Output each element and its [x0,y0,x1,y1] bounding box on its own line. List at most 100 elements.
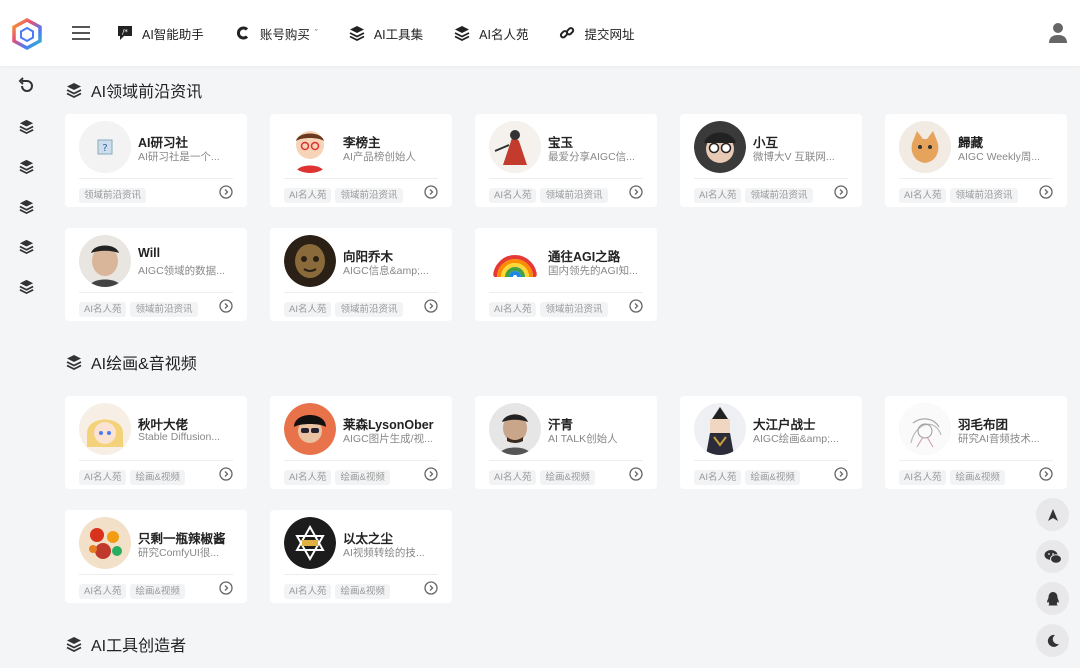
arrow-right-circle-icon[interactable] [629,299,643,313]
card-tag[interactable]: AI名人苑 [79,584,127,599]
nav-ai-celebs[interactable]: AI名人苑 [453,24,528,43]
card-tag[interactable]: AI名人苑 [79,302,127,317]
card-tag[interactable]: AI名人苑 [79,470,127,485]
link-icon [558,24,576,42]
card-tag[interactable]: 绘画&视频 [335,470,390,485]
card-footer: AI名人苑 绘画&视频 [284,574,438,599]
card-tag[interactable]: AI名人苑 [284,188,332,203]
card-tag[interactable]: AI名人苑 [284,302,332,317]
card-footer: AI名人苑 绘画&视频 [284,460,438,485]
sidebar-item-3[interactable] [0,186,52,226]
card-grid: 秋叶大佬 Stable Diffusion... AI名人苑 绘画&视频 莱森Ly… [65,396,1075,624]
dark-mode-button[interactable] [1036,624,1069,657]
card-tag[interactable]: 领域前沿资讯 [540,188,608,203]
arrow-right-circle-icon[interactable] [424,581,438,595]
card-tag[interactable]: 绘画&视频 [130,584,185,599]
left-sidebar [0,66,52,306]
card-tag[interactable]: AI名人苑 [489,470,537,485]
arrow-right-circle-icon[interactable] [219,299,233,313]
nav-ai-assistant[interactable]: /* AI智能助手 [116,24,204,43]
site-card[interactable]: 李榜主 AI产品榜创始人 AI名人苑 领域前沿资讯 [270,114,452,207]
arrow-right-circle-icon[interactable] [424,185,438,199]
card-tag[interactable]: 领域前沿资讯 [540,302,608,317]
card-desc: 研究AI音频技术... [958,433,1040,445]
user-icon[interactable] [1048,22,1068,44]
section-title-text: AI工具创造者 [91,638,187,655]
card-desc: AIGC图片生成/视... [343,433,433,445]
section-title: AI绘画&音视频 [65,338,1075,386]
avatar [899,403,951,455]
site-card[interactable]: ? AI研习社 AI研习社是一个... 领域前沿资讯 [65,114,247,207]
arrow-right-circle-icon[interactable] [219,185,233,199]
site-card[interactable]: 大江户战士 AIGC绘画&amp;... AI名人苑 绘画&视频 [680,396,862,489]
nav-account-buy[interactable]: 账号购买 ˇ [234,24,318,43]
arrow-right-circle-icon[interactable] [629,467,643,481]
section-title-text: AI绘画&音视频 [91,356,197,373]
layers-icon [66,355,82,371]
sidebar-item-2[interactable] [0,146,52,186]
card-tag[interactable]: 领域前沿资讯 [130,302,198,317]
site-card[interactable]: 汗青 AI TALK创始人 AI名人苑 绘画&视频 [475,396,657,489]
card-tag[interactable]: 绘画&视频 [335,584,390,599]
site-card[interactable]: 通往AGI之路 国内领先的AGI知... AI名人苑 领域前沿资讯 [475,228,657,321]
card-tag[interactable]: AI名人苑 [284,470,332,485]
card-tag[interactable]: 绘画&视频 [745,470,800,485]
card-footer: AI名人苑 绘画&视频 [79,460,233,485]
card-tag[interactable]: AI名人苑 [694,188,742,203]
card-tag[interactable]: AI名人苑 [284,584,332,599]
nav-label: AI智能助手 [142,27,204,42]
card-tag[interactable]: AI名人苑 [694,470,742,485]
arrow-right-circle-icon[interactable] [629,185,643,199]
card-desc: 国内领先的AGI知... [548,265,638,277]
card-tag[interactable]: 领域前沿资讯 [335,302,403,317]
site-card[interactable]: Will AIGC领域的数据... AI名人苑 领域前沿资讯 [65,228,247,321]
card-tag[interactable]: 领域前沿资讯 [950,188,1018,203]
site-logo-icon[interactable] [12,18,42,50]
sidebar-item-4[interactable] [0,226,52,266]
card-tag[interactable]: 领域前沿资讯 [79,188,147,203]
card-tag[interactable]: AI名人苑 [489,188,537,203]
sidebar-item-5[interactable] [0,266,52,306]
card-desc: AI视频转绘的技... [343,547,425,559]
arrow-right-circle-icon[interactable] [834,185,848,199]
wechat-button[interactable] [1036,540,1069,573]
avatar [284,403,336,455]
back-to-top-button[interactable] [1036,498,1069,531]
arrow-right-circle-icon[interactable] [424,467,438,481]
site-card[interactable]: 歸藏 AIGC Weekly周... AI名人苑 领域前沿资讯 [885,114,1067,207]
site-card[interactable]: 只剩一瓶辣椒酱 研究ComfyUI很... AI名人苑 绘画&视频 [65,510,247,603]
card-tag[interactable]: AI名人苑 [899,188,947,203]
site-card[interactable]: 宝玉 最爱分享AIGC信... AI名人苑 领域前沿资讯 [475,114,657,207]
site-card[interactable]: 小互 微博大V 互联网... AI名人苑 领域前沿资讯 [680,114,862,207]
sidebar-item-1[interactable] [0,106,52,146]
card-footer: AI名人苑 领域前沿资讯 [489,292,643,317]
arrow-right-circle-icon[interactable] [1039,185,1053,199]
card-tag[interactable]: AI名人苑 [489,302,537,317]
qq-button[interactable] [1036,582,1069,615]
menu-toggle-icon[interactable] [70,22,92,44]
sidebar-back[interactable] [0,66,52,106]
site-card[interactable]: 以太之尘 AI视频转绘的技... AI名人苑 绘画&视频 [270,510,452,603]
card-tag[interactable]: 绘画&视频 [540,470,595,485]
arrow-right-circle-icon[interactable] [219,581,233,595]
arrow-right-circle-icon[interactable] [1039,467,1053,481]
card-tag[interactable]: AI名人苑 [899,470,947,485]
card-tag[interactable]: 绘画&视频 [130,470,185,485]
card-desc: AIGC绘画&amp;... [753,433,839,445]
card-footer: AI名人苑 绘画&视频 [79,574,233,599]
card-tag[interactable]: 领域前沿资讯 [335,188,403,203]
card-tag[interactable]: 绘画&视频 [950,470,1005,485]
site-card[interactable]: 莱森LysonOber AIGC图片生成/视... AI名人苑 绘画&视频 [270,396,452,489]
avatar [284,235,336,287]
card-desc: 研究ComfyUI很... [138,547,220,559]
card-tag[interactable]: 领域前沿资讯 [745,188,813,203]
arrow-right-circle-icon[interactable] [219,467,233,481]
nav-ai-tools[interactable]: AI工具集 [348,24,423,43]
card-footer: AI名人苑 领域前沿资讯 [694,178,848,203]
arrow-right-circle-icon[interactable] [424,299,438,313]
site-card[interactable]: 向阳乔木 AIGC信息&amp;... AI名人苑 领域前沿资讯 [270,228,452,321]
arrow-right-circle-icon[interactable] [834,467,848,481]
site-card[interactable]: 羽毛布团 研究AI音频技术... AI名人苑 绘画&视频 [885,396,1067,489]
nav-submit-url[interactable]: 提交网址 [558,24,634,43]
site-card[interactable]: 秋叶大佬 Stable Diffusion... AI名人苑 绘画&视频 [65,396,247,489]
